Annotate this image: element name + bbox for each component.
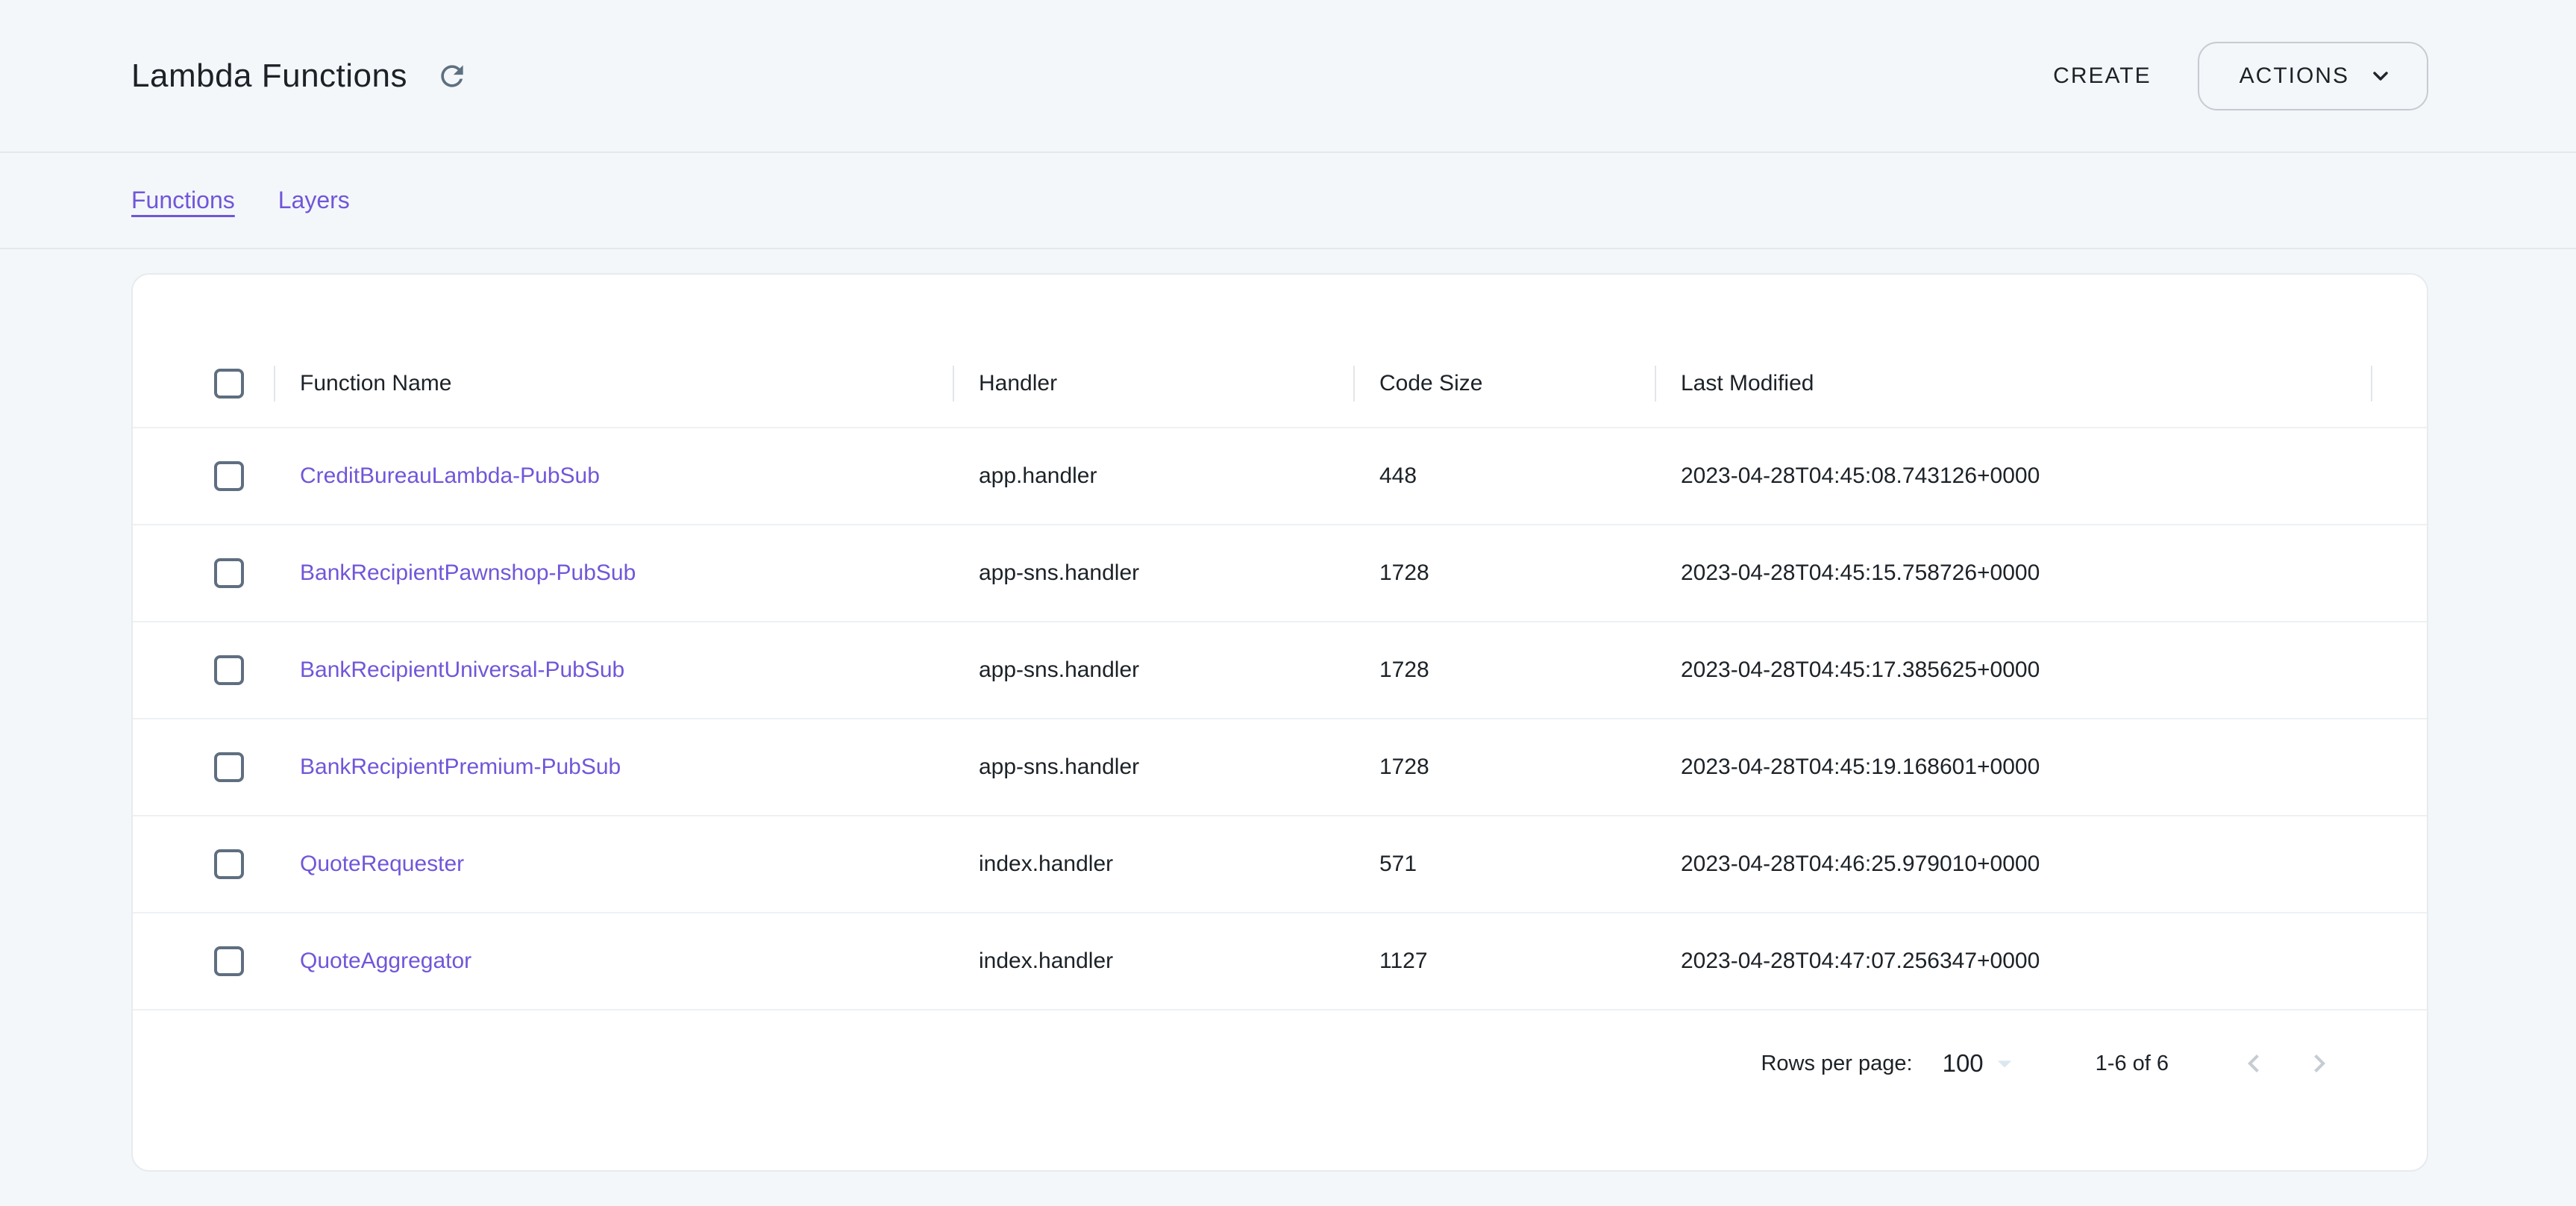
last-modified-cell: 2023-04-28T04:45:17.385625+0000	[1655, 622, 2371, 718]
rows-per-page-select[interactable]: 100	[1943, 1047, 2021, 1080]
last-modified-cell: 2023-04-28T04:45:08.743126+0000	[1655, 428, 2371, 524]
row-checkbox[interactable]	[214, 655, 244, 685]
table-row: CreditBureauLambda-PubSub app.handler 44…	[133, 428, 2427, 525]
code-size-cell: 571	[1353, 816, 1655, 912]
function-name-link[interactable]: BankRecipientPawnshop-PubSub	[300, 560, 636, 586]
table-row: QuoteAggregator index.handler 1127 2023-…	[133, 913, 2427, 1010]
pagination-range-label: 1-6 of 6	[2096, 1052, 2169, 1076]
code-size-cell: 1728	[1353, 622, 1655, 718]
header-checkbox-cell	[133, 340, 274, 427]
chevron-left-icon	[2236, 1046, 2272, 1081]
actions-button-label: ACTIONS	[2240, 63, 2349, 89]
actions-button[interactable]: ACTIONS	[2198, 42, 2428, 110]
next-page-button[interactable]	[2287, 1031, 2352, 1096]
code-size-cell: 448	[1353, 428, 1655, 524]
previous-page-button[interactable]	[2221, 1031, 2287, 1096]
code-size-cell: 1127	[1353, 913, 1655, 1009]
table-pagination: Rows per page: 100 1-6 of 6	[133, 1015, 2427, 1112]
handler-cell: app-sns.handler	[953, 525, 1353, 621]
handler-cell: index.handler	[953, 816, 1353, 912]
column-separator	[2371, 366, 2372, 402]
column-separator	[274, 366, 275, 402]
code-size-cell: 1728	[1353, 525, 1655, 621]
table-row: QuoteRequester index.handler 571 2023-04…	[133, 816, 2427, 913]
functions-table-card: Function Name Handler Code Size Last Mod…	[131, 273, 2428, 1172]
page-title: Lambda Functions	[131, 57, 407, 95]
function-name-link[interactable]: BankRecipientPremium-PubSub	[300, 754, 621, 780]
last-modified-cell: 2023-04-28T04:45:15.758726+0000	[1655, 525, 2371, 621]
tab-bar: Functions Layers	[0, 153, 2576, 249]
function-name-link[interactable]: CreditBureauLambda-PubSub	[300, 463, 600, 489]
row-checkbox[interactable]	[214, 558, 244, 588]
function-name-link[interactable]: BankRecipientUniversal-PubSub	[300, 657, 624, 683]
column-separator	[953, 366, 954, 402]
table-row: BankRecipientPremium-PubSub app-sns.hand…	[133, 719, 2427, 816]
column-separator	[1353, 366, 1355, 402]
row-checkbox[interactable]	[214, 849, 244, 879]
row-checkbox[interactable]	[214, 752, 244, 782]
row-checkbox[interactable]	[214, 461, 244, 491]
table-row: BankRecipientUniversal-PubSub app-sns.ha…	[133, 622, 2427, 719]
rows-per-page-value: 100	[1943, 1049, 1984, 1078]
row-checkbox[interactable]	[214, 946, 244, 976]
column-header-handler: Handler	[953, 340, 1353, 427]
function-name-link[interactable]: QuoteAggregator	[300, 949, 471, 974]
tab-functions[interactable]: Functions	[131, 187, 235, 214]
column-header-last-modified: Last Modified	[1655, 340, 2371, 427]
title-bar: Lambda Functions CREATE ACTIONS	[0, 0, 2576, 153]
handler-cell: index.handler	[953, 913, 1353, 1009]
code-size-cell: 1728	[1353, 719, 1655, 815]
chevron-right-icon	[2301, 1046, 2337, 1081]
handler-cell: app-sns.handler	[953, 622, 1353, 718]
chevron-down-icon	[2369, 64, 2392, 88]
column-header-code-size: Code Size	[1353, 340, 1655, 427]
column-separator	[1655, 366, 1656, 402]
rows-per-page-label: Rows per page:	[1761, 1052, 1912, 1076]
last-modified-cell: 2023-04-28T04:45:19.168601+0000	[1655, 719, 2371, 815]
refresh-icon	[436, 60, 468, 93]
handler-cell: app-sns.handler	[953, 719, 1353, 815]
dropdown-arrow-icon	[1988, 1047, 2021, 1080]
select-all-checkbox[interactable]	[214, 369, 244, 399]
table-header-row: Function Name Handler Code Size Last Mod…	[133, 340, 2427, 428]
function-name-link[interactable]: QuoteRequester	[300, 852, 464, 877]
create-button[interactable]: CREATE	[2053, 63, 2151, 89]
last-modified-cell: 2023-04-28T04:47:07.256347+0000	[1655, 913, 2371, 1009]
refresh-button[interactable]	[431, 55, 473, 97]
tab-layers[interactable]: Layers	[278, 187, 350, 214]
table-row: BankRecipientPawnshop-PubSub app-sns.han…	[133, 525, 2427, 622]
column-header-function-name: Function Name	[274, 340, 953, 427]
last-modified-cell: 2023-04-28T04:46:25.979010+0000	[1655, 816, 2371, 912]
handler-cell: app.handler	[953, 428, 1353, 524]
column-header-trailing	[2371, 340, 2427, 427]
